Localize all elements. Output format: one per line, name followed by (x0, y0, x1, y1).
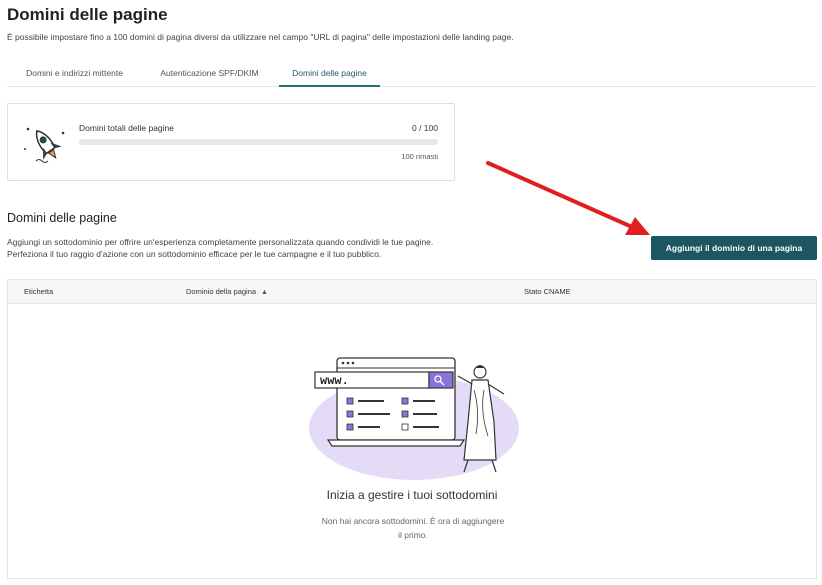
column-header-label[interactable]: Etichetta (24, 280, 53, 304)
column-header-cname-status[interactable]: Stato CNAME (524, 280, 571, 304)
sort-icon[interactable]: ▲︎ (261, 281, 268, 305)
page-subtitle: È possibile impostare fino a 100 domini … (7, 32, 514, 42)
column-header-page-domain[interactable]: Dominio della pagina ▲︎ (186, 280, 268, 305)
tab-page-domains[interactable]: Domini delle pagine (279, 60, 380, 87)
column-label-text: Etichetta (24, 287, 54, 296)
tab-bar: Domini e indirizzi mittente Autenticazio… (7, 60, 817, 87)
tab-sender-domains[interactable]: Domini e indirizzi mittente (7, 60, 142, 87)
section-desc-line-2: Perfeziona il tuo raggio d'azione con un… (7, 249, 382, 259)
domain-stats-card: Domini totali delle pagine 0 / 100 100 r… (7, 103, 455, 181)
empty-state-illustration: www. (309, 357, 519, 480)
section-desc-line-1: Aggiungi un sottodominio per offrire un'… (7, 237, 434, 247)
page-title: Domini delle pagine (7, 5, 168, 24)
section-description: Aggiungi un sottodominio per offrire un'… (7, 236, 433, 260)
column-cname-text: Stato CNAME (524, 287, 571, 296)
red-arrow-annotation (486, 161, 650, 235)
stats-remaining: 100 rimasti (401, 152, 438, 161)
empty-state-title: Inizia a gestire i tuoi sottodomini (326, 488, 498, 502)
column-domain-text: Dominio della pagina (186, 287, 257, 296)
empty-desc-line-2: il primo. (398, 530, 428, 540)
empty-state-description: Non hai ancora sottodomini. È ora di agg… (302, 514, 524, 542)
usage-progress-bar (79, 139, 438, 145)
stats-label: Domini totali delle pagine (79, 123, 174, 133)
domains-table: Etichetta Dominio della pagina ▲︎ Stato C… (7, 279, 817, 579)
illustration-www-text: www. (320, 374, 349, 388)
rocket-icon (24, 127, 65, 163)
tab-spf-dkim[interactable]: Autenticazione SPF/DKIM (147, 60, 272, 87)
stats-count: 0 / 100 (412, 123, 438, 133)
section-title: Domini delle pagine (7, 211, 117, 225)
empty-desc-line-1: Non hai ancora sottodomini. È ora di agg… (321, 516, 505, 526)
add-page-domain-button[interactable]: Aggiungi il dominio di una pagina (651, 236, 817, 260)
table-header: Etichetta Dominio della pagina ▲︎ Stato C… (8, 280, 816, 304)
